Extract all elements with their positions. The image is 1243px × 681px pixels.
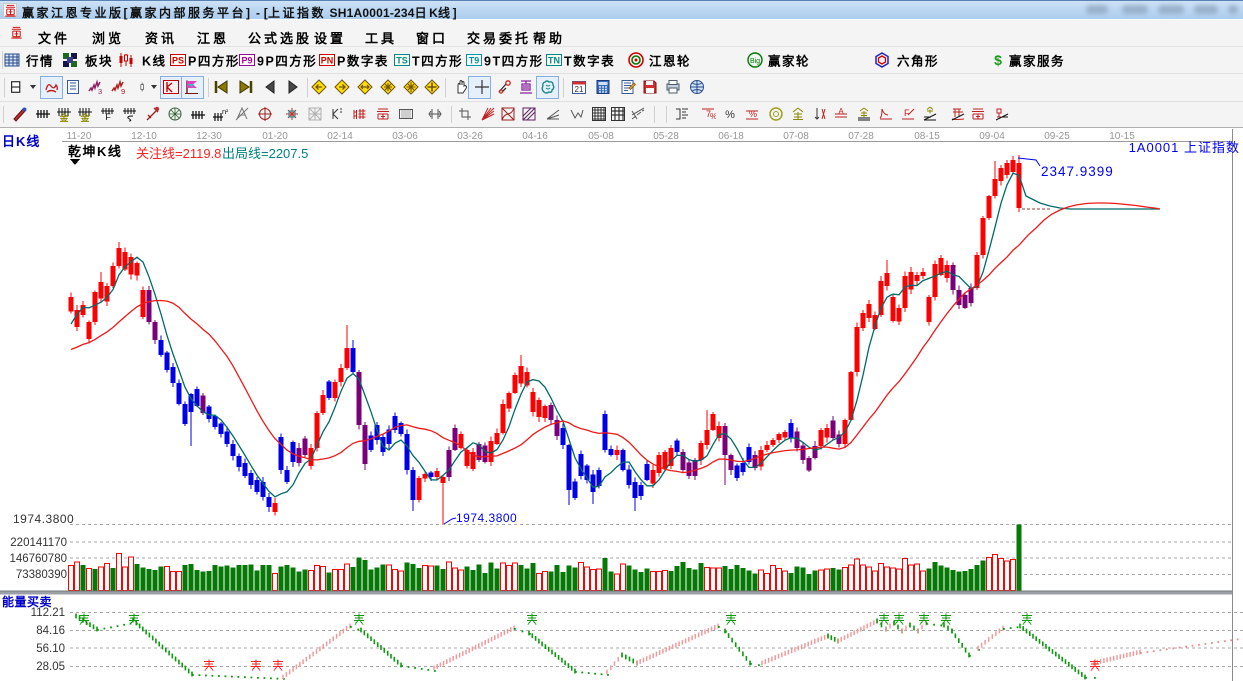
svg-text:01-20: 01-20 <box>262 131 288 142</box>
svg-text:乾坤K线: 乾坤K线 <box>68 144 122 159</box>
svg-text:146760780: 146760780 <box>9 553 67 565</box>
svg-text:2347.9399: 2347.9399 <box>1041 164 1114 179</box>
svg-text:1A0001 上证指数: 1A0001 上证指数 <box>1129 140 1240 155</box>
svg-text:关注线=2119.8: 关注线=2119.8 <box>136 146 221 161</box>
svg-text:84.16: 84.16 <box>36 625 65 637</box>
svg-text:03-06: 03-06 <box>392 131 418 142</box>
svg-text:112.21: 112.21 <box>31 607 65 619</box>
svg-text:220141170: 220141170 <box>10 537 67 549</box>
svg-text:12-30: 12-30 <box>196 131 222 142</box>
svg-text:日K线: 日K线 <box>2 134 40 149</box>
svg-text:04-16: 04-16 <box>522 131 548 142</box>
svg-text:03-26: 03-26 <box>457 131 483 142</box>
svg-text:73380390: 73380390 <box>16 569 67 581</box>
svg-text:1974.3800: 1974.3800 <box>13 512 74 526</box>
svg-text:07-08: 07-08 <box>783 131 809 142</box>
svg-text:05-08: 05-08 <box>588 131 614 142</box>
svg-text:12-10: 12-10 <box>131 131 157 142</box>
svg-text:09-25: 09-25 <box>1044 131 1070 142</box>
svg-text:07-28: 07-28 <box>848 131 874 142</box>
svg-text:出局线=2207.5: 出局线=2207.5 <box>222 146 308 161</box>
svg-text:56.10: 56.10 <box>36 643 65 655</box>
svg-text:08-15: 08-15 <box>914 131 940 142</box>
svg-text:1974.3800: 1974.3800 <box>456 511 517 525</box>
svg-text:09-04: 09-04 <box>979 131 1005 142</box>
svg-text:28.05: 28.05 <box>36 661 65 673</box>
svg-text:05-28: 05-28 <box>653 131 679 142</box>
svg-text:06-18: 06-18 <box>718 131 744 142</box>
svg-text:02-14: 02-14 <box>327 131 353 142</box>
svg-text:11-20: 11-20 <box>67 131 92 142</box>
